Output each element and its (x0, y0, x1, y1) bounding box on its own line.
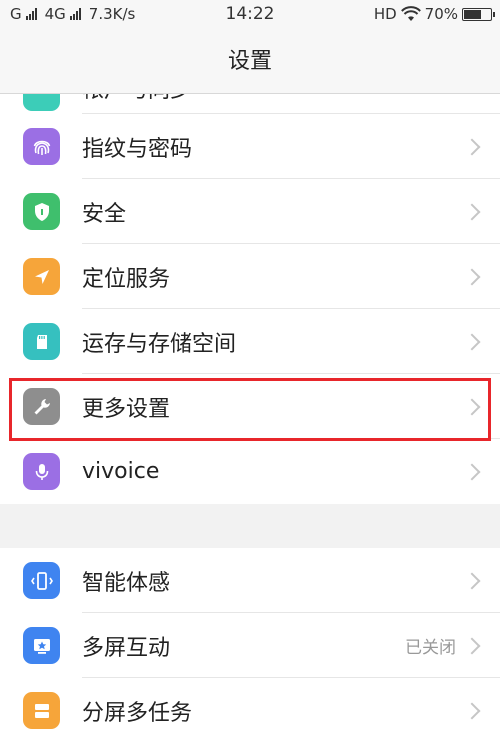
chevron-right-icon (463, 637, 481, 654)
wifi-icon (400, 6, 421, 21)
chevron-right-icon (463, 268, 481, 285)
chevron-right-icon (463, 203, 481, 220)
settings-item-vivoice[interactable]: vivoice (0, 439, 500, 504)
settings-item-label: 指纹与密码 (82, 136, 193, 162)
settings-item-label: 多屏互动 (82, 635, 171, 661)
settings-item-sync[interactable]: 帐户与同步 (0, 94, 500, 114)
settings-item-more[interactable]: 更多设置 (0, 374, 500, 439)
settings-item-split-screen[interactable]: 分屏多任务 (0, 678, 500, 743)
status-bar: G 4G 7.3K/s 14:22 HD 70% (0, 0, 500, 30)
settings-item-multiscreen[interactable]: 多屏互动 已关闭 (0, 613, 500, 678)
chevron-right-icon (463, 138, 481, 155)
status-right: HD 70% (373, 5, 495, 23)
section-gap (0, 504, 500, 548)
chevron-right-icon (463, 572, 481, 589)
settings-item-fingerprint[interactable]: 指纹与密码 (0, 114, 500, 179)
screen-cast-icon (23, 627, 60, 664)
settings-item-label: vivoice (82, 459, 160, 484)
wrench-icon (23, 388, 60, 425)
settings-item-label: 安全 (82, 201, 127, 227)
settings-item-security[interactable]: 安全 (0, 179, 500, 244)
settings-item-label: 分屏多任务 (82, 700, 193, 726)
settings-item-storage[interactable]: 运存与存储空间 (0, 309, 500, 374)
fingerprint-icon (23, 128, 60, 165)
settings-item-label: 智能体感 (82, 570, 171, 596)
settings-list: 帐户与同步 指纹与密码 安全 (0, 94, 500, 743)
hd-label: HD (373, 5, 397, 23)
battery-percent: 70% (424, 5, 458, 23)
settings-item-label: 更多设置 (82, 396, 171, 422)
split-screen-icon (23, 692, 60, 729)
settings-item-location[interactable]: 定位服务 (0, 244, 500, 309)
microphone-icon (23, 453, 60, 490)
settings-item-motion[interactable]: 智能体感 (0, 548, 500, 613)
phone-motion-icon (23, 562, 60, 599)
status-value: 已关闭 (405, 638, 456, 658)
sd-card-icon (23, 323, 60, 360)
sync-icon (23, 94, 60, 111)
settings-item-label: 帐户与同步 (82, 94, 192, 104)
chevron-right-icon (463, 463, 481, 480)
page-title: 设置 (0, 30, 500, 94)
chevron-right-icon (463, 398, 481, 415)
settings-item-label: 运存与存储空间 (82, 331, 237, 357)
chevron-right-icon (463, 702, 481, 719)
settings-item-label: 定位服务 (82, 266, 171, 292)
shield-icon (23, 193, 60, 230)
chevron-right-icon (463, 333, 481, 350)
battery-icon (462, 7, 495, 21)
location-arrow-icon (23, 258, 60, 295)
